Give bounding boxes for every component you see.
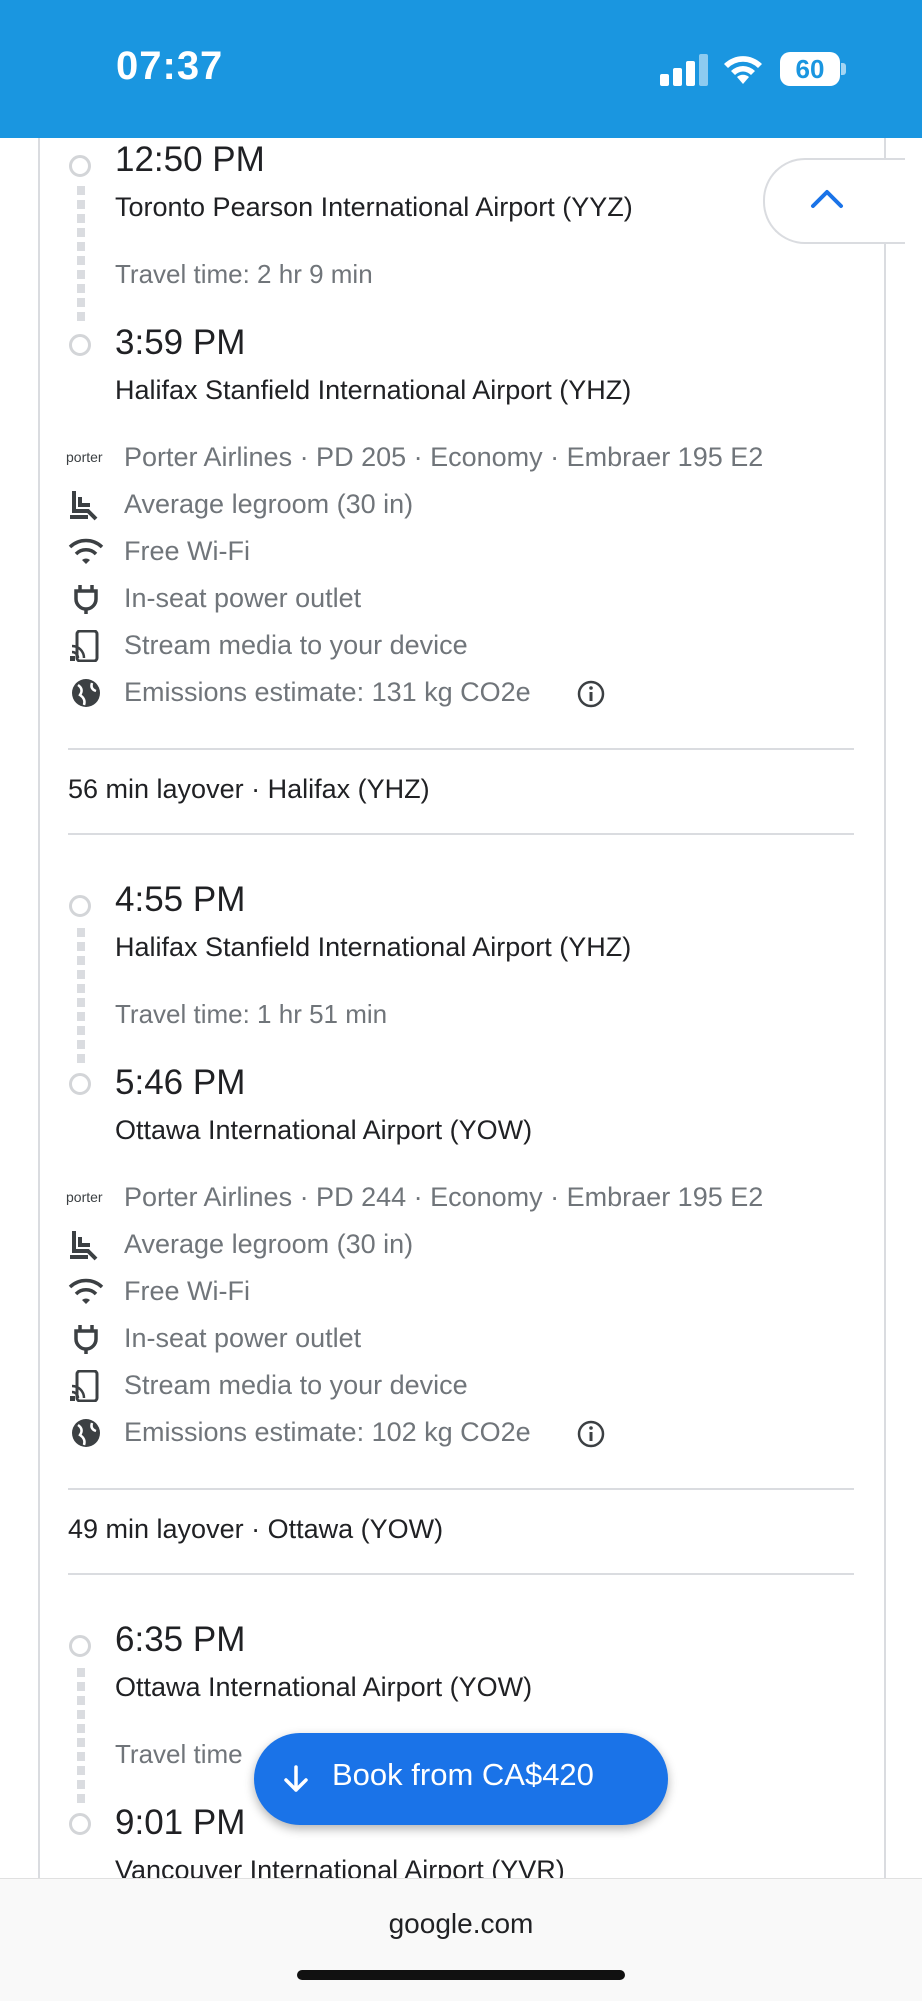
layover-info: 56 min layover · Halifax (YHZ) [68,774,430,804]
flight-info: Porter Airlines · PD 244 · Economy · Emb… [124,1182,764,1212]
divider [68,748,854,750]
airline-logo: porter [66,449,103,465]
legroom-text: Average legroom (30 in) [124,489,414,519]
emissions-text: Emissions estimate: 131 kg CO2e [124,677,531,707]
cellular-signal-icon [660,54,708,86]
power-text: In-seat power outlet [124,1323,362,1353]
chevron-up-icon [811,190,843,208]
route-line [77,928,85,1066]
url-bar[interactable]: google.com [0,1908,922,1940]
stream-media-icon [70,630,99,662]
divider [68,833,854,835]
info-icon[interactable] [576,679,606,709]
divider [68,1573,854,1575]
arrival-airport: Halifax Stanfield International Airport … [115,375,632,405]
departure-time: 6:35 PM [115,1620,246,1659]
departure-airport: Toronto Pearson International Airport (Y… [115,192,633,222]
airline-logo: porter [66,1189,103,1205]
wifi-text: Free Wi-Fi [124,536,250,566]
power-outlet-icon [74,585,98,614]
battery-icon: 60 [780,52,846,86]
stream-media-icon [70,1370,99,1402]
wifi-icon [68,1278,104,1304]
stream-text: Stream media to your device [124,630,468,660]
departure-time: 4:55 PM [115,880,246,919]
travel-time: Travel time: 1 hr 51 min [115,999,388,1029]
arrival-marker [69,1813,91,1835]
power-text: In-seat power outlet [124,583,362,613]
arrival-airport: Ottawa International Airport (YOW) [115,1115,533,1145]
collapse-button[interactable] [763,158,905,244]
flight-info: Porter Airlines · PD 205 · Economy · Emb… [124,442,764,472]
travel-time: Travel time: 2 hr 9 min [115,259,373,289]
travel-time: Travel time [115,1739,243,1769]
arrow-down-icon [284,1765,308,1792]
emissions-text: Emissions estimate: 102 kg CO2e [124,1417,531,1447]
divider [68,1488,854,1490]
legroom-seat-icon [70,491,98,521]
wifi-status-icon [724,56,762,84]
globe-icon [72,679,100,707]
wifi-icon [68,538,104,564]
departure-airport: Ottawa International Airport (YOW) [115,1672,533,1702]
arrival-marker [69,334,91,356]
departure-marker [69,895,91,917]
status-bar: 07:37 60 [0,0,922,138]
arrival-time: 3:59 PM [115,323,246,362]
battery-level: 60 [795,54,825,84]
info-icon[interactable] [576,1419,606,1449]
departure-time: 12:50 PM [115,140,265,179]
departure-marker [69,1635,91,1657]
route-line [77,1668,85,1806]
wifi-text: Free Wi-Fi [124,1276,250,1306]
arrival-time: 9:01 PM [115,1803,246,1842]
legroom-text: Average legroom (30 in) [124,1229,414,1259]
stream-text: Stream media to your device [124,1370,468,1400]
arrival-marker [69,1073,91,1095]
status-time: 07:37 [116,44,224,88]
home-indicator[interactable] [297,1970,625,1980]
book-button[interactable]: Book from CA$420 [254,1733,668,1825]
route-line [77,186,85,326]
layover-info: 49 min layover · Ottawa (YOW) [68,1514,444,1544]
arrival-time: 5:46 PM [115,1063,246,1102]
book-button-label: Book from CA$420 [332,1757,594,1792]
globe-icon [72,1419,100,1447]
departure-airport: Halifax Stanfield International Airport … [115,932,632,962]
departure-marker [69,155,91,177]
power-outlet-icon [74,1325,98,1354]
legroom-seat-icon [70,1231,98,1261]
